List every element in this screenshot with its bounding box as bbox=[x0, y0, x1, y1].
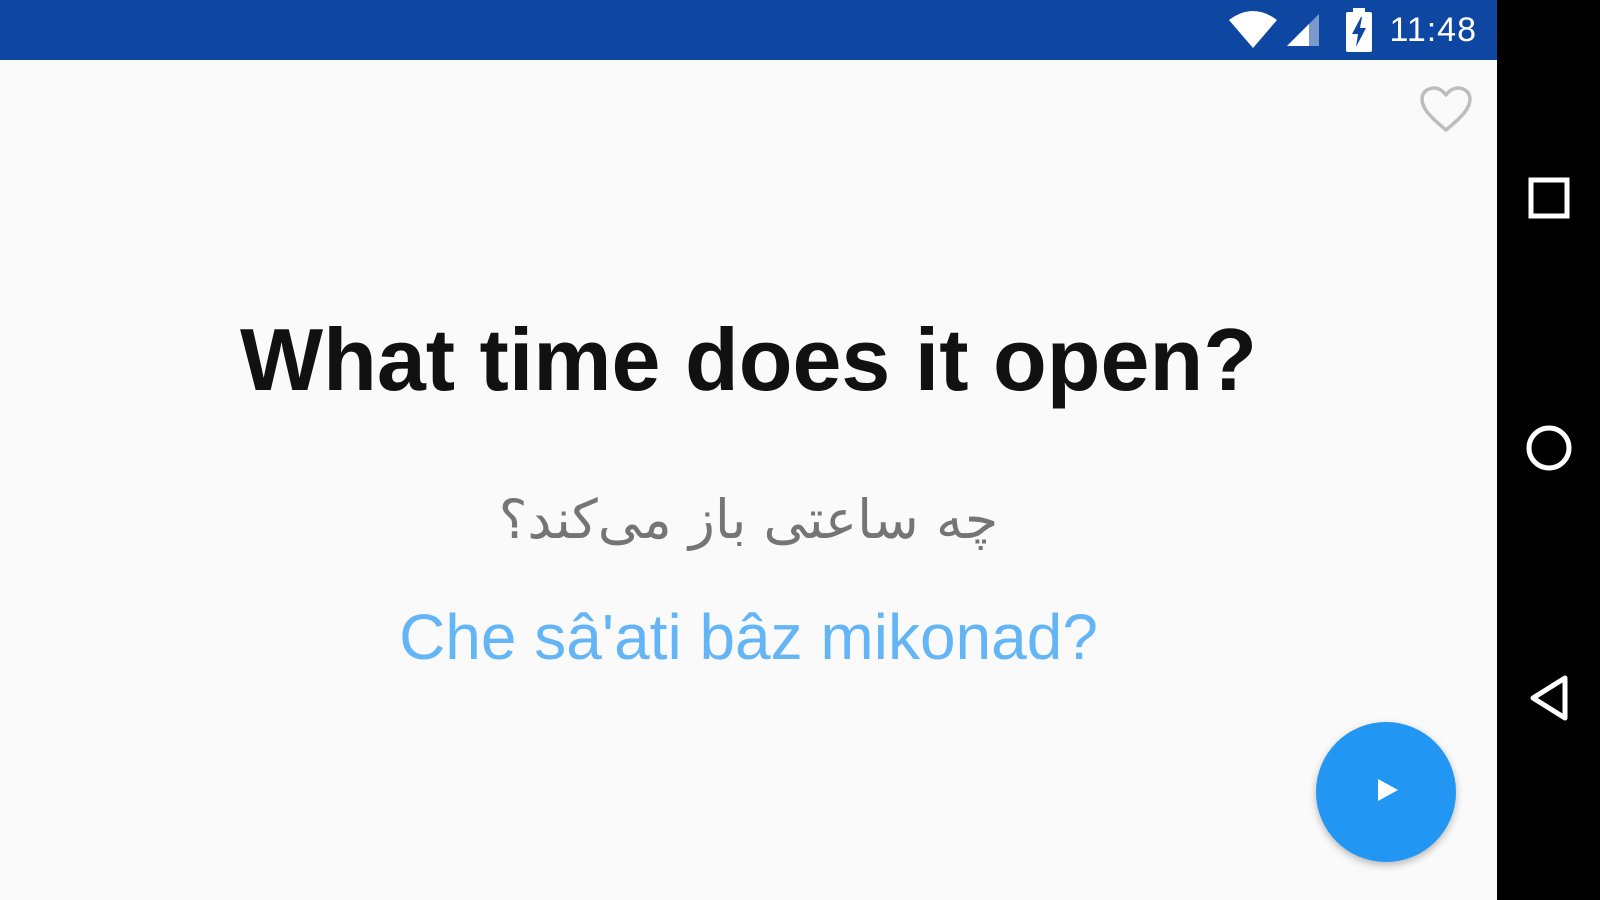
recents-button[interactable] bbox=[1497, 150, 1600, 250]
home-button[interactable] bbox=[1497, 400, 1600, 500]
phrase-card: What time does it open? چه ساعتی باز می‌… bbox=[0, 60, 1497, 900]
cell-signal-icon bbox=[1285, 12, 1321, 48]
back-button[interactable] bbox=[1497, 650, 1600, 750]
status-icons: 11:48 bbox=[1227, 0, 1477, 60]
back-triangle-icon bbox=[1527, 674, 1571, 727]
phrase-transliteration: Che sâ'ati bâz mikonad? bbox=[399, 601, 1098, 673]
status-bar: 11:48 bbox=[0, 0, 1497, 60]
app-screen: 11:48 What time does it open? چه ساعتی ب… bbox=[0, 0, 1497, 900]
play-audio-button[interactable] bbox=[1316, 722, 1456, 862]
phrase-persian: چه ساعتی باز می‌کند؟ bbox=[498, 488, 999, 551]
battery-charging-icon bbox=[1345, 8, 1373, 52]
home-circle-icon bbox=[1525, 424, 1573, 477]
phrase-english: What time does it open? bbox=[240, 310, 1257, 409]
play-icon bbox=[1372, 775, 1400, 810]
system-nav-bar bbox=[1497, 0, 1600, 900]
wifi-icon bbox=[1227, 10, 1279, 50]
status-time: 11:48 bbox=[1389, 10, 1477, 49]
recents-square-icon bbox=[1528, 177, 1570, 224]
